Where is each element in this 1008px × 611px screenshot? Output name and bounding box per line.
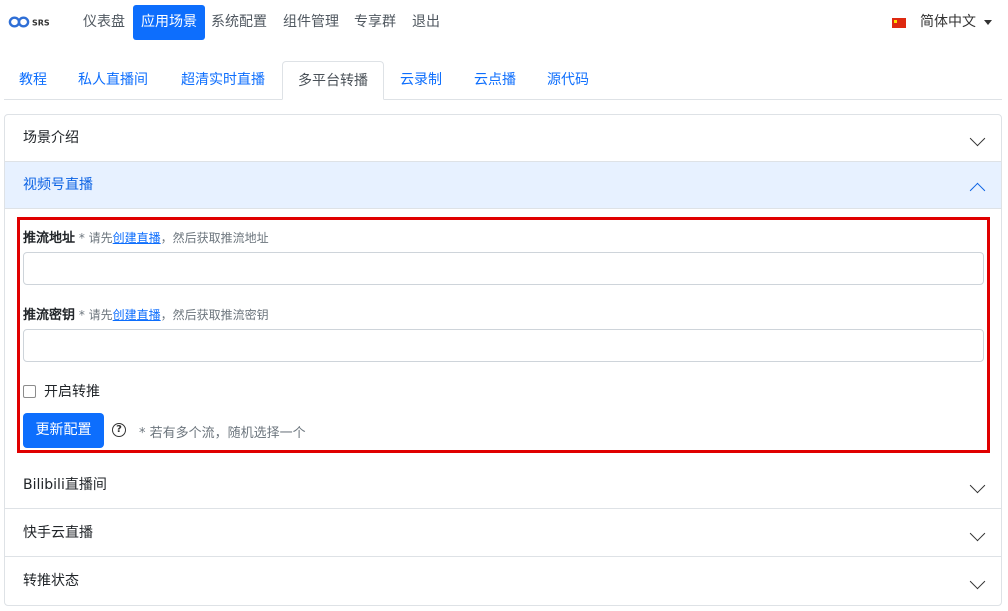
- section-bilibili-title: Bilibili直播间: [23, 477, 107, 493]
- logo-text: SRS: [32, 19, 50, 28]
- section-status-header[interactable]: 转推状态: [5, 558, 1001, 605]
- tab-cloud-record[interactable]: 云录制: [385, 61, 457, 99]
- caret-down-icon: [984, 20, 992, 25]
- tab-private-room[interactable]: 私人直播间: [63, 61, 163, 99]
- chevron-down-icon: [969, 477, 986, 494]
- enable-forward-checkbox[interactable]: [23, 384, 36, 398]
- push-key-hint-prefix: * 请先: [75, 308, 113, 322]
- chevron-down-icon: [969, 573, 986, 590]
- forward-accordion: 场景介绍 视频号直播 推流地址 * 请先创建直播，然后获取推流地址 推流密钥 *…: [4, 114, 1002, 606]
- tab-cloud-vod[interactable]: 云点播: [459, 61, 531, 99]
- enable-forward-label: 开启转推: [44, 384, 100, 400]
- tab-multi-platform[interactable]: 多平台转播: [282, 61, 384, 100]
- language-dropdown[interactable]: 简体中文: [892, 5, 992, 40]
- section-intro-title: 场景介绍: [23, 130, 79, 146]
- tab-tutorial[interactable]: 教程: [4, 61, 62, 99]
- tab-hd-realtime[interactable]: 超清实时直播: [166, 61, 280, 99]
- create-live-link[interactable]: 创建直播: [113, 231, 161, 245]
- push-key-label: 推流密钥: [23, 308, 76, 323]
- chevron-up-icon: [969, 182, 986, 199]
- push-url-hint-suffix: ，然后获取推流地址: [160, 231, 269, 245]
- nav-item-group[interactable]: 专享群: [346, 5, 404, 40]
- push-key-label-row: 推流密钥 * 请先创建直播，然后获取推流密钥: [23, 304, 269, 323]
- section-kuaishou-header[interactable]: 快手云直播: [5, 510, 1001, 557]
- update-config-button[interactable]: 更新配置: [23, 413, 104, 448]
- push-url-hint-prefix: * 请先: [75, 231, 113, 245]
- nav-item-components[interactable]: 组件管理: [275, 5, 347, 40]
- push-url-label: 推流地址: [23, 231, 76, 246]
- nav-item-logout[interactable]: 退出: [404, 5, 448, 40]
- chevron-down-icon: [969, 525, 986, 542]
- language-label: 简体中文: [920, 14, 976, 30]
- section-wechat-header[interactable]: 视频号直播: [5, 162, 1001, 209]
- top-navbar: SRS 仪表盘 应用场景 系统配置 组件管理 专享群 退出 简体中文: [0, 0, 1008, 44]
- nav-item-config[interactable]: 系统配置: [203, 5, 275, 40]
- tab-source-code[interactable]: 源代码: [532, 61, 604, 99]
- scenario-tabs: 教程 私人直播间 超清实时直播 多平台转播 云录制 云点播 源代码: [4, 61, 1002, 100]
- push-key-hint-suffix: ，然后获取推流密钥: [160, 308, 269, 322]
- section-wechat-body: 推流地址 * 请先创建直播，然后获取推流地址 推流密钥 * 请先创建直播，然后获…: [5, 209, 1001, 462]
- section-intro-header[interactable]: 场景介绍: [5, 115, 1001, 162]
- push-key-input[interactable]: [23, 329, 984, 362]
- section-kuaishou-title: 快手云直播: [23, 525, 93, 541]
- chevron-down-icon: [969, 130, 986, 147]
- nav-item-scenarios[interactable]: 应用场景: [133, 5, 205, 40]
- section-status-title: 转推状态: [23, 573, 79, 589]
- section-wechat-title: 视频号直播: [23, 177, 93, 193]
- section-bilibili-header[interactable]: Bilibili直播间: [5, 462, 1001, 509]
- china-flag-icon: [892, 17, 906, 28]
- push-url-input[interactable]: [23, 252, 984, 285]
- help-icon[interactable]: ?: [112, 423, 126, 437]
- nav-item-dashboard[interactable]: 仪表盘: [75, 5, 133, 40]
- enable-forward-row[interactable]: 开启转推: [23, 381, 100, 401]
- random-stream-tip: * 若有多个流，随机选择一个: [139, 426, 306, 441]
- srs-logo[interactable]: SRS: [8, 13, 58, 31]
- create-live-link-2[interactable]: 创建直播: [113, 308, 161, 322]
- push-url-label-row: 推流地址 * 请先创建直播，然后获取推流地址: [23, 227, 269, 246]
